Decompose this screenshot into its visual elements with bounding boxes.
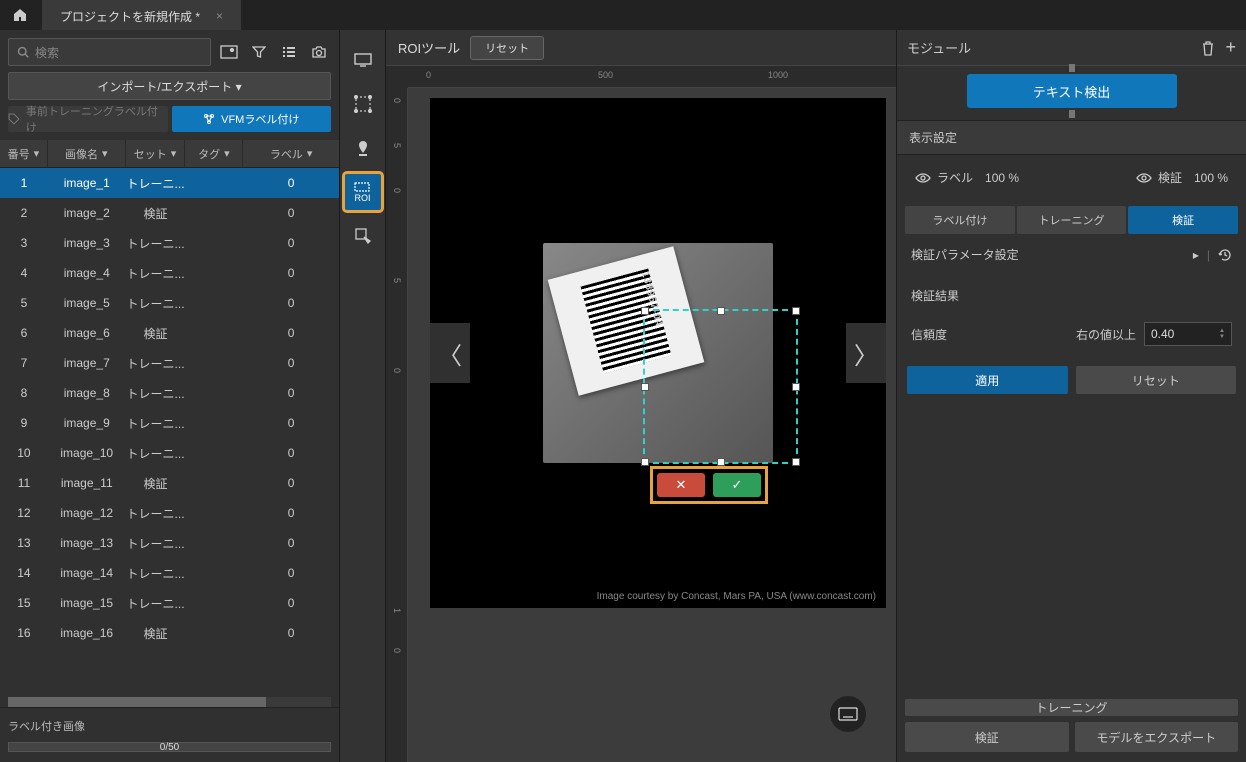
table-row[interactable]: 15image_15トレーニ...0 <box>0 588 339 618</box>
verify-button[interactable]: 検証 <box>905 722 1069 752</box>
search-placeholder: 検索 <box>35 44 59 61</box>
th-tag[interactable]: タグ▾ <box>185 140 243 167</box>
display-section-title: 表示設定 <box>897 120 1246 155</box>
titlebar: プロジェクトを新規作成 * × <box>0 0 1246 30</box>
canvas-header-title: ROIツール <box>398 38 460 57</box>
list-icon[interactable] <box>277 40 301 64</box>
table-row[interactable]: 4image_4トレーニ...0 <box>0 258 339 288</box>
tool-marker[interactable] <box>345 130 381 166</box>
training-button[interactable]: トレーニング <box>905 699 1238 716</box>
chevron-right-icon[interactable]: ▸ <box>1193 248 1199 262</box>
labeled-images-title: ラベル付き画像 <box>8 718 331 734</box>
camera-icon[interactable] <box>307 40 331 64</box>
reset-button[interactable]: リセット <box>1076 366 1237 394</box>
table-row[interactable]: 10image_10トレーニ...0 <box>0 438 339 468</box>
vfm-label-button[interactable]: VFMラベル付け <box>172 106 332 132</box>
roi-confirm-bar: ✕ ✓ <box>653 469 765 501</box>
tool-select[interactable] <box>345 86 381 122</box>
progress-text: 0/50 <box>9 742 330 753</box>
image-area: 〈 〉 138957-04 <box>430 98 886 608</box>
roi-icon <box>354 182 370 192</box>
stepper-down[interactable]: ▼ <box>1219 334 1225 340</box>
canvas-viewport[interactable]: 〈 〉 138957-04 <box>408 88 896 762</box>
keyboard-icon <box>838 707 858 721</box>
roi-box[interactable] <box>643 309 798 464</box>
table-row[interactable]: 13image_13トレーニ...0 <box>0 528 339 558</box>
tool-strip: ROI <box>340 30 386 762</box>
h-scrollbar[interactable] <box>8 697 331 707</box>
tag-icon <box>8 113 20 125</box>
module-header: モジュール <box>907 38 971 57</box>
table-row[interactable]: 11image_11検証0 <box>0 468 339 498</box>
conf-input[interactable]: 0.40 ▲▼ <box>1144 322 1232 346</box>
image-icon[interactable] <box>217 40 241 64</box>
image-table-body[interactable]: 1image_1トレーニ...02image_2検証03image_3トレーニ.… <box>0 168 339 697</box>
table-row[interactable]: 5image_5トレーニ...0 <box>0 288 339 318</box>
left-panel: 検索 インポート/エクスポート ▾ 事前トレーニングラベル付け <box>0 30 340 762</box>
eye-icon <box>915 172 931 184</box>
home-button[interactable] <box>0 0 40 30</box>
image-credit: Image courtesy by Concast, Mars PA, USA … <box>597 591 876 602</box>
home-icon <box>12 7 28 23</box>
tab-labeling[interactable]: ラベル付け <box>905 206 1015 234</box>
delete-icon[interactable] <box>1201 40 1215 56</box>
th-set[interactable]: セット▾ <box>126 140 186 167</box>
th-number[interactable]: 番号▾ <box>0 140 48 167</box>
result-title: 検証結果 <box>897 275 1246 316</box>
ruler-vertical: 0 5 0 5 0 1 0 <box>386 88 408 762</box>
prev-image-button[interactable]: 〈 <box>430 323 470 383</box>
table-row[interactable]: 3image_3トレーニ...0 <box>0 228 339 258</box>
eye-icon <box>1136 172 1152 184</box>
import-export-button[interactable]: インポート/エクスポート ▾ <box>8 72 331 100</box>
table-row[interactable]: 1image_1トレーニ...0 <box>0 168 339 198</box>
table-row[interactable]: 12image_12トレーニ...0 <box>0 498 339 528</box>
table-row[interactable]: 6image_6検証0 <box>0 318 339 348</box>
search-input[interactable]: 検索 <box>8 38 211 66</box>
roi-cancel-button[interactable]: ✕ <box>657 473 705 497</box>
table-row[interactable]: 16image_16検証0 <box>0 618 339 648</box>
nodes-icon <box>203 113 215 125</box>
add-icon[interactable]: + <box>1225 40 1236 56</box>
tool-screen[interactable] <box>345 42 381 78</box>
image-table-header: 番号▾ 画像名▾ セット▾ タグ▾ ラベル▾ <box>0 140 339 168</box>
search-icon <box>17 46 29 58</box>
table-row[interactable]: 14image_14トレーニ...0 <box>0 558 339 588</box>
project-tab[interactable]: プロジェクトを新規作成 * × <box>42 0 241 30</box>
tool-crop-arrow[interactable] <box>345 218 381 254</box>
th-name[interactable]: 画像名▾ <box>48 140 126 167</box>
conf-condition: 右の値以上 <box>1076 326 1136 343</box>
center-canvas: ROIツール リセット 0 500 1000 0 5 0 5 0 1 0 <box>386 30 896 762</box>
table-row[interactable]: 2image_2検証0 <box>0 198 339 228</box>
table-row[interactable]: 8image_8トレーニ...0 <box>0 378 339 408</box>
close-icon[interactable]: × <box>216 9 223 23</box>
right-panel: モジュール + テキスト検出 表示設定 ラベル 100 % 検証 <box>896 30 1246 762</box>
vis-label-toggle[interactable]: ラベル 100 % <box>915 169 1019 186</box>
tab-verify[interactable]: 検証 <box>1128 206 1238 234</box>
next-image-button[interactable]: 〉 <box>846 323 886 383</box>
apply-button[interactable]: 適用 <box>907 366 1068 394</box>
roi-confirm-button[interactable]: ✓ <box>713 473 761 497</box>
history-icon[interactable] <box>1218 248 1232 262</box>
tab-training[interactable]: トレーニング <box>1017 206 1127 234</box>
table-row[interactable]: 7image_7トレーニ...0 <box>0 348 339 378</box>
progress-bar: 0/50 <box>8 742 331 752</box>
th-label[interactable]: ラベル▾ <box>243 140 339 167</box>
param-title: 検証パラメータ設定 <box>911 246 1019 263</box>
conf-label: 信頼度 <box>911 326 947 343</box>
export-model-button[interactable]: モデルをエクスポート <box>1075 722 1239 752</box>
roi-reset-button[interactable]: リセット <box>470 36 544 60</box>
keyboard-button[interactable] <box>830 696 866 732</box>
module-pill[interactable]: テキスト検出 <box>967 74 1177 108</box>
tab-title: プロジェクトを新規作成 * <box>60 8 200 25</box>
ruler-horizontal: 0 500 1000 <box>408 66 896 88</box>
vis-verify-toggle[interactable]: 検証 100 % <box>1136 169 1228 186</box>
image-content: 138957-04 <box>543 243 773 463</box>
table-row[interactable]: 9image_9トレーニ...0 <box>0 408 339 438</box>
filter-icon[interactable] <box>247 40 271 64</box>
pretrain-label-button[interactable]: 事前トレーニングラベル付け <box>8 106 168 132</box>
tool-roi[interactable]: ROI <box>345 174 381 210</box>
